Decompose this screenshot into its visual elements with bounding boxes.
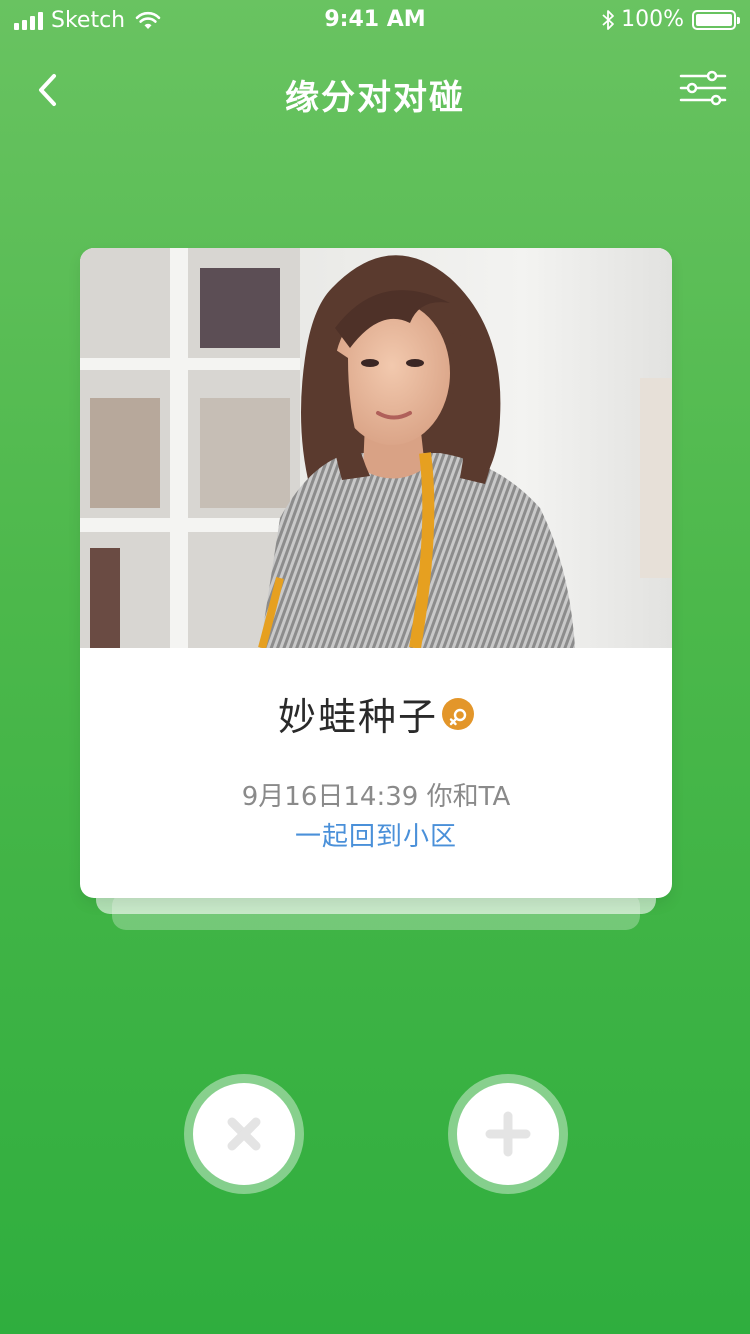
bluetooth-icon — [602, 9, 614, 30]
filter-button[interactable] — [678, 68, 728, 108]
name-wrap: 妙蛙种子 — [278, 686, 474, 741]
battery-percent: 100% — [621, 7, 684, 32]
dislike-button[interactable] — [184, 1074, 304, 1194]
profile-name: 妙蛙种子 — [277, 695, 438, 739]
sliders-icon — [679, 70, 727, 106]
dislike-button-inner — [193, 1083, 295, 1185]
plus-icon — [485, 1111, 531, 1157]
like-button[interactable] — [448, 1074, 568, 1194]
battery-icon — [692, 9, 740, 30]
female-icon — [442, 697, 474, 730]
status-bar: Sketch 9:41 AM 100% — [0, 0, 750, 40]
profile-photo — [80, 248, 672, 648]
like-button-inner — [457, 1083, 559, 1185]
nav-bar: 缘分对对碰 — [0, 50, 750, 130]
status-right: 100% — [601, 7, 740, 32]
page-title: 缘分对对碰 — [285, 78, 465, 118]
encounter-time: 9月16日14:39 你和TA — [241, 782, 511, 812]
encounter-location-link[interactable]: 一起回到小区 — [80, 816, 672, 853]
battery-fill — [696, 13, 732, 26]
profile-name-row: 妙蛙种子 — [80, 686, 672, 741]
match-card[interactable]: 妙蛙种子 9月16日14:39 你和TA 一起回到小区 — [80, 248, 672, 898]
close-icon — [227, 1117, 261, 1151]
